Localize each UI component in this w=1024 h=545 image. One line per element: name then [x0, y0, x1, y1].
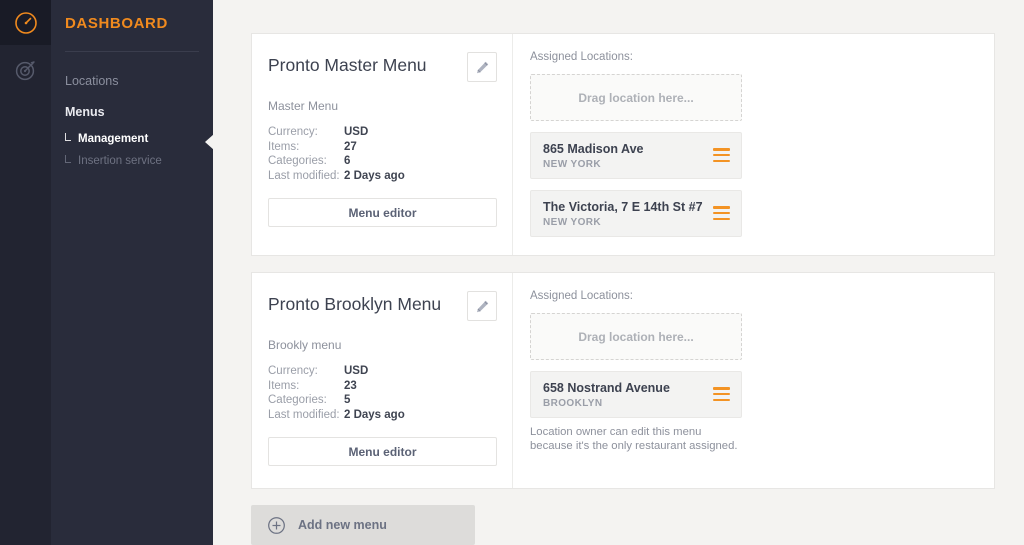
- location-name: 865 Madison Ave: [543, 141, 729, 157]
- location-tile[interactable]: The Victoria, 7 E 14th St #7 NEW YORK: [530, 190, 742, 237]
- meta-key: Items:: [268, 140, 344, 155]
- add-new-menu-button[interactable]: Add new menu: [251, 505, 475, 545]
- menu-card-header: Pronto Master Menu: [268, 52, 497, 82]
- meta-value: 2 Days ago: [344, 408, 405, 423]
- assigned-locations-label: Assigned Locations:: [530, 290, 972, 302]
- menu-card-info-panel: Pronto Brooklyn Menu Brookly menu Curren…: [252, 273, 513, 488]
- tree-branch-icon: [65, 133, 71, 141]
- tree-branch-icon: [65, 155, 71, 163]
- sidebar-item-management[interactable]: Management: [51, 128, 213, 150]
- meta-row: Currency: USD: [268, 125, 497, 140]
- drag-handle-icon[interactable]: [713, 206, 730, 220]
- location-slot: The Victoria, 7 E 14th St #7 NEW YORK: [530, 190, 742, 237]
- meta-row: Last modified: 2 Days ago: [268, 169, 497, 184]
- location-name: The Victoria, 7 E 14th St #7: [543, 199, 729, 215]
- gauge-icon[interactable]: [0, 0, 51, 45]
- sidebar-nav: Locations Menus Management Insertion ser…: [51, 52, 213, 172]
- app-root: DASHBOARD Locations Menus Management Ins…: [0, 0, 1024, 545]
- meta-row: Currency: USD: [268, 364, 497, 379]
- drag-handle-icon[interactable]: [713, 387, 730, 401]
- location-slot: Drag location here...: [530, 74, 742, 121]
- meta-row: Items: 23: [268, 379, 497, 394]
- meta-key: Categories:: [268, 393, 344, 408]
- target-icon-svg: [13, 57, 39, 83]
- brand-title: DASHBOARD: [51, 12, 213, 32]
- sidebar-item-menus[interactable]: Menus: [51, 97, 213, 128]
- location-dropzone[interactable]: Drag location here...: [530, 74, 742, 121]
- icon-rail-sub-panel: [0, 45, 51, 545]
- menu-card: Pronto Brooklyn Menu Brookly menu Curren…: [251, 272, 995, 489]
- meta-value: 23: [344, 379, 357, 394]
- location-city: NEW YORK: [543, 159, 729, 170]
- menu-card-subtitle: Brookly menu: [268, 338, 497, 352]
- menu-editor-button[interactable]: Menu editor: [268, 437, 497, 466]
- edit-menu-button[interactable]: [467, 52, 497, 82]
- assigned-locations-label: Assigned Locations:: [530, 51, 972, 63]
- add-new-menu-label: Add new menu: [298, 518, 387, 532]
- meta-key: Categories:: [268, 154, 344, 169]
- meta-value: 5: [344, 393, 350, 408]
- pencil-icon: [475, 60, 490, 75]
- menu-card-meta: Currency: USD Items: 27 Categories: 6 La…: [268, 125, 497, 183]
- gauge-icon-svg: [13, 10, 39, 36]
- meta-value: 2 Days ago: [344, 169, 405, 184]
- meta-key: Currency:: [268, 125, 344, 140]
- pencil-icon: [475, 299, 490, 314]
- meta-row: Categories: 5: [268, 393, 497, 408]
- assigned-locations-panel: Assigned Locations: Drag location here..…: [513, 34, 994, 255]
- location-name: 658 Nostrand Avenue: [543, 380, 729, 396]
- location-tile[interactable]: 865 Madison Ave NEW YORK: [530, 132, 742, 179]
- menu-card-info-panel: Pronto Master Menu Master Menu Currency:…: [252, 34, 513, 255]
- meta-value: USD: [344, 125, 368, 140]
- location-city: NEW YORK: [543, 217, 729, 228]
- meta-row: Last modified: 2 Days ago: [268, 408, 497, 423]
- menu-card-title: Pronto Master Menu: [268, 52, 427, 76]
- meta-key: Currency:: [268, 364, 344, 379]
- sidebar-item-locations[interactable]: Locations: [51, 66, 213, 97]
- main-content: Pronto Master Menu Master Menu Currency:…: [213, 0, 1024, 545]
- meta-row: Items: 27: [268, 140, 497, 155]
- locations-grid: Drag location here... 865 Madison Ave NE…: [530, 74, 972, 237]
- menu-card-meta: Currency: USD Items: 23 Categories: 5 La…: [268, 364, 497, 422]
- icon-rail: [0, 0, 51, 545]
- meta-key: Items:: [268, 379, 344, 394]
- location-slot: 865 Madison Ave NEW YORK: [530, 132, 742, 179]
- menu-card: Pronto Master Menu Master Menu Currency:…: [251, 33, 995, 256]
- assigned-locations-panel: Assigned Locations: Drag location here..…: [513, 273, 994, 488]
- meta-value: 27: [344, 140, 357, 155]
- meta-value: USD: [344, 364, 368, 379]
- location-slot: 658 Nostrand Avenue BROOKLYN Location ow…: [530, 371, 742, 453]
- edit-menu-button[interactable]: [467, 291, 497, 321]
- sidebar: DASHBOARD Locations Menus Management Ins…: [51, 0, 213, 545]
- menu-editor-button[interactable]: Menu editor: [268, 198, 497, 227]
- target-icon[interactable]: [0, 45, 51, 95]
- sidebar-item-locations-label: Locations: [65, 74, 119, 88]
- sidebar-item-insertion-service[interactable]: Insertion service: [51, 150, 213, 172]
- drag-handle-icon[interactable]: [713, 148, 730, 162]
- menu-card-title: Pronto Brooklyn Menu: [268, 291, 441, 315]
- active-item-pointer-icon: [205, 134, 214, 150]
- location-dropzone[interactable]: Drag location here...: [530, 313, 742, 360]
- location-tile[interactable]: 658 Nostrand Avenue BROOKLYN: [530, 371, 742, 418]
- sidebar-item-menus-label: Menus: [65, 105, 105, 119]
- locations-grid: Drag location here... 658 Nostrand Avenu…: [530, 313, 972, 453]
- meta-value: 6: [344, 154, 350, 169]
- menu-card-subtitle: Master Menu: [268, 99, 497, 113]
- menu-card-header: Pronto Brooklyn Menu: [268, 291, 497, 321]
- location-slot: Drag location here...: [530, 313, 742, 360]
- meta-key: Last modified:: [268, 169, 344, 184]
- sidebar-item-insertion-service-label: Insertion service: [78, 155, 162, 167]
- meta-key: Last modified:: [268, 408, 344, 423]
- plus-circle-icon: [267, 516, 286, 535]
- location-owner-note: Location owner can edit this menu becaus…: [530, 425, 742, 453]
- sidebar-item-management-label: Management: [78, 133, 148, 145]
- location-city: BROOKLYN: [543, 398, 729, 409]
- meta-row: Categories: 6: [268, 154, 497, 169]
